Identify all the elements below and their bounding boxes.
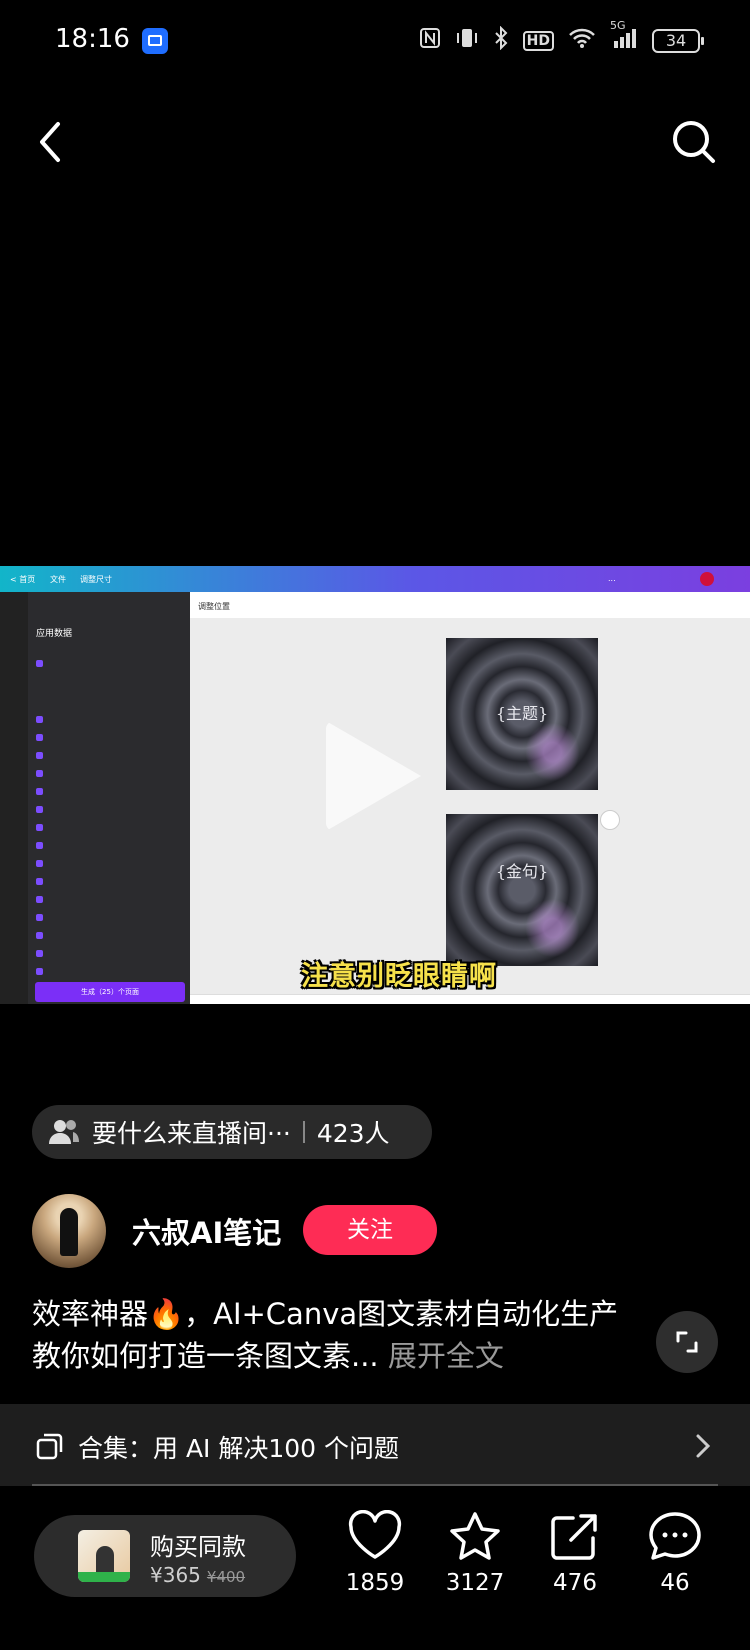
collection-icon [36,1432,64,1460]
comment-count: 46 [660,1570,690,1596]
bluetooth-icon [493,25,509,55]
share-button[interactable]: 476 [530,1510,620,1620]
status-time: 18:16 [55,24,130,54]
share-count: 476 [553,1570,597,1596]
fullscreen-button[interactable] [656,1311,718,1373]
panel-heading: 应用数据 [36,629,73,639]
page-1-text: {主题} [495,704,549,723]
collection-bar[interactable]: 合集：用 AI 解决100 个问题 [0,1404,750,1486]
notification-app-icon [142,28,168,54]
product-thumbnail [78,1530,130,1582]
live-viewer-count: 423人 [316,1119,390,1148]
live-room-pill[interactable]: 要什么来直播间··· 423人 [32,1105,432,1159]
video-subtitle: 注意别眨眼睛啊 [301,961,497,992]
search-button[interactable] [664,112,724,172]
collection-label: 合集：用 AI 解决100 个问题 [78,1434,400,1463]
follow-button[interactable]: 关注 [303,1205,437,1255]
divider [32,1484,718,1486]
original-price: ¥400 [206,1568,246,1586]
canvas-footer [190,994,750,1004]
star-icon [450,1512,500,1560]
video-editor-toolbar: < 首页 文件 调整尺寸 ... [0,566,750,592]
video-player[interactable]: < 首页 文件 调整尺寸 ... 应用数据 生成（25）个页面 调整位置 {主题} … [0,566,750,1004]
canvas-header: 调整位置 [190,592,750,618]
nfc-icon [419,27,441,54]
page-2-text: {金句} [495,862,549,881]
video-description[interactable]: 效率神器🔥，AI+Canva图文素材自动化生产 教你如何打造一条图文素... 展… [32,1293,632,1377]
buy-label: 购买同款 [150,1533,246,1561]
buy-price: ¥365 ¥400 [150,1563,245,1587]
design-page-1: {主题} [446,638,598,790]
buy-same-button[interactable]: 购买同款 ¥365 ¥400 [34,1515,296,1597]
video-editor-rail [0,592,28,1004]
generate-pages-button: 生成（25）个页面 [35,982,185,1002]
author-name[interactable]: 六叔AI笔记 [132,1210,281,1252]
refresh-icon [600,810,620,830]
people-icon [48,1119,80,1145]
back-arrow-icon [40,122,60,162]
status-icons: HD 5G 34 [419,19,704,55]
battery-icon: 34 [652,28,704,53]
live-room-text: 要什么来直播间··· [92,1119,291,1148]
like-button[interactable]: 1859 [330,1510,420,1620]
expand-icon [676,1331,698,1353]
back-button[interactable] [30,112,90,172]
network-type-label: 5G [610,19,626,32]
description-text: 效率神器🔥，AI+Canva图文素材自动化生产 教你如何打造一条图文素... [32,1297,619,1373]
favorite-button[interactable]: 3127 [430,1510,520,1620]
favorite-count: 3127 [445,1570,505,1596]
comment-icon [649,1512,701,1560]
canvas-title: 调整位置 [198,602,230,611]
search-icon [673,121,715,163]
design-page-2: {金句} [446,814,598,966]
current-price: ¥365 [150,1563,201,1587]
play-icon[interactable] [326,721,421,831]
5g-signal-icon: 5G [610,19,638,54]
video-editor-panel: 应用数据 生成（25）个页面 [28,592,190,1004]
vibrate-icon [455,27,479,54]
status-bar: 18:16 HD 5G 34 [0,0,750,84]
hd-icon: HD [522,30,554,51]
comment-button[interactable]: 46 [630,1510,720,1620]
live-divider [302,1121,305,1143]
author-avatar[interactable] [32,1194,106,1268]
chevron-right-icon [692,1432,714,1460]
like-count: 1859 [345,1570,405,1596]
expand-text-link[interactable]: 展开全文 [388,1339,504,1373]
share-icon [551,1514,597,1560]
heart-icon [348,1510,402,1559]
wifi-icon [568,27,596,54]
